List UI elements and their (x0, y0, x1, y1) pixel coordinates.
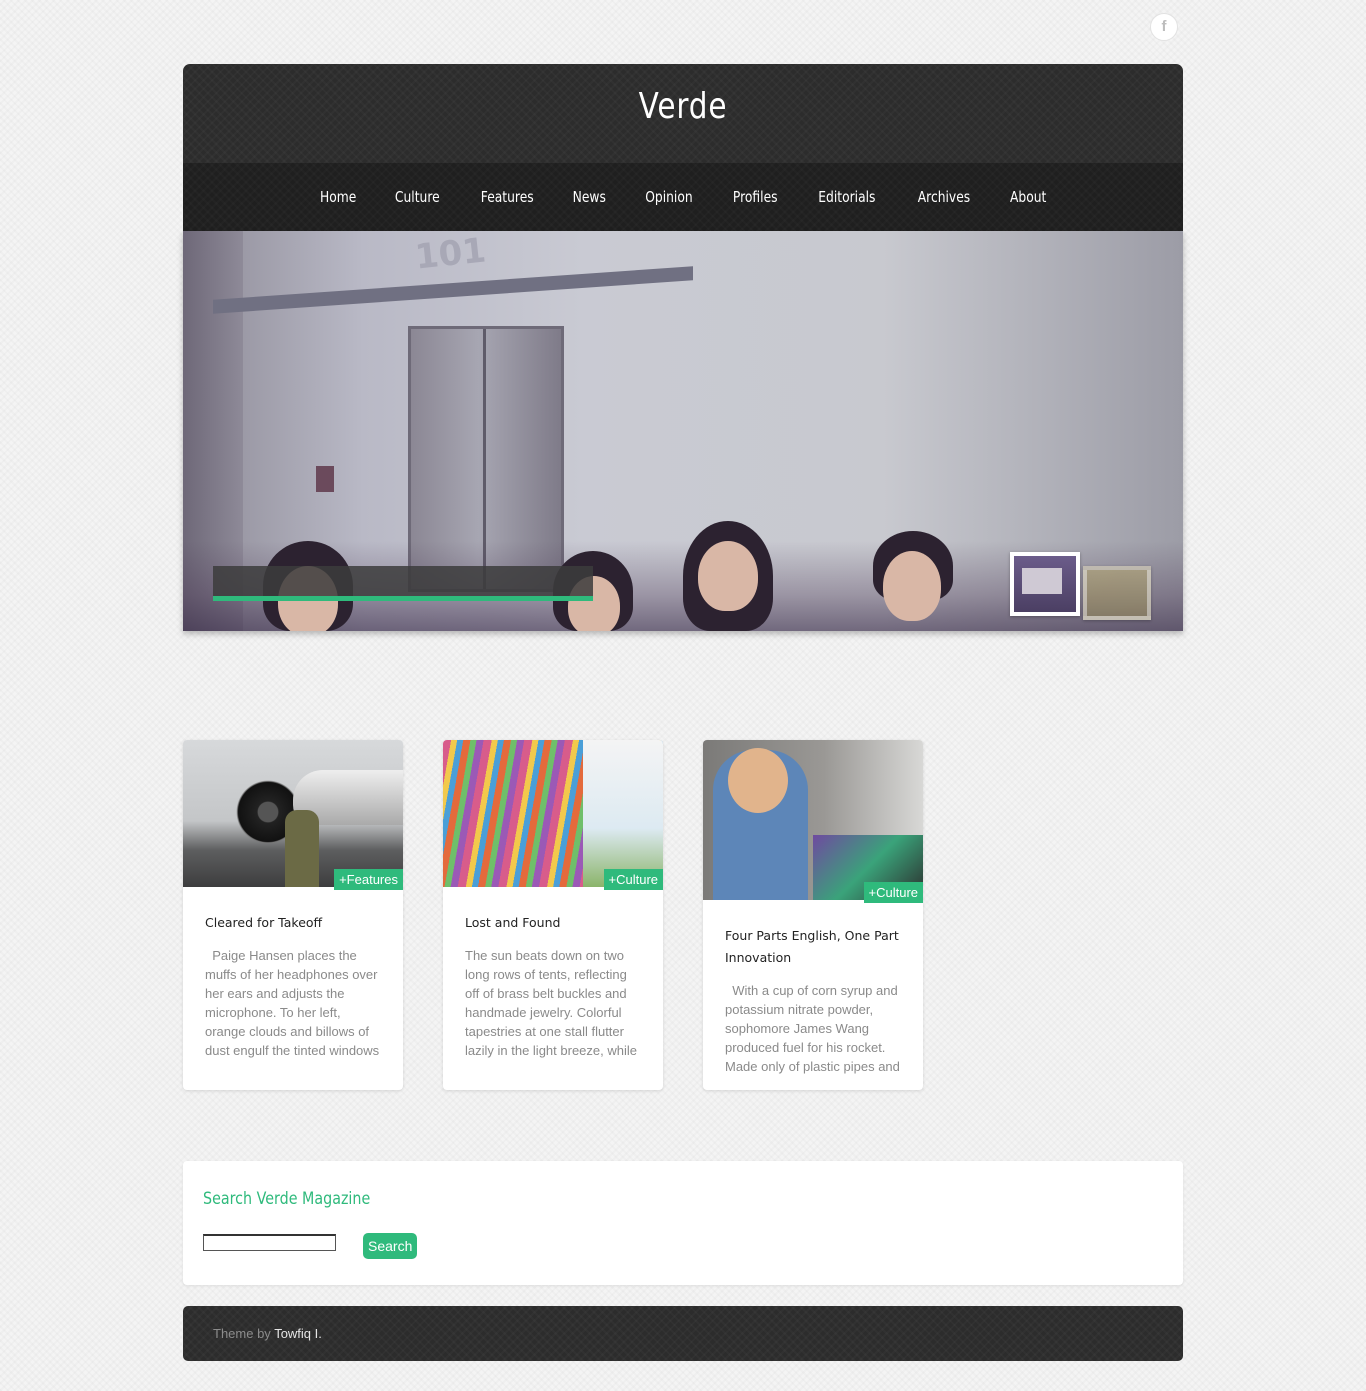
search-button[interactable]: Search (363, 1233, 418, 1259)
facebook-icon[interactable]: f (1150, 13, 1178, 41)
footer-author-link[interactable]: Towfiq I. (274, 1326, 322, 1341)
nav-item-opinion[interactable]: Opinion (633, 188, 705, 206)
category-tag[interactable]: +Culture (863, 882, 923, 903)
slide-image-sign: 101 (413, 231, 488, 278)
nav-item-news[interactable]: News (561, 188, 619, 206)
post-excerpt: The sun beats down on two long rows of t… (465, 948, 637, 1058)
sky-graphic (583, 740, 663, 887)
slide-image-fire-alarm (316, 466, 334, 492)
post-thumbnail[interactable] (443, 740, 663, 887)
featured-slider[interactable]: 101 (183, 231, 1183, 631)
nav-item-features[interactable]: Features (468, 188, 545, 206)
post-excerpt: With a cup of corn syrup and potassium n… (725, 983, 902, 1074)
post-card: +Culture Four Parts English, One Part In… (703, 740, 923, 1090)
footer-prefix: Theme by (213, 1326, 275, 1341)
post-excerpt: Paige Hansen places the muffs of her hea… (205, 948, 382, 1058)
face-graphic (728, 748, 788, 813)
post-title[interactable]: Four Parts English, One Part Innovation (725, 925, 901, 969)
category-tag[interactable]: +Culture (603, 869, 663, 890)
nav-item-profiles[interactable]: Profiles (720, 188, 789, 206)
thumbnail-image (1022, 568, 1062, 594)
search-widget-title: Search Verde Magazine (203, 1189, 371, 1209)
main-nav: Home Culture Features News Opinion Profi… (183, 163, 1183, 231)
slide-image-face (883, 551, 941, 621)
nav-item-archives[interactable]: Archives (905, 188, 982, 206)
category-tag[interactable]: +Features (334, 869, 403, 890)
search-widget: Search Verde Magazine Search (183, 1161, 1183, 1285)
site-header: Verde Home Culture Features News Opinion… (183, 64, 1183, 231)
post-card: +Features Cleared for Takeoff Paige Hans… (183, 740, 403, 1090)
post-card: +Culture Lost and Found The sun beats do… (443, 740, 663, 1090)
nav-item-home[interactable]: Home (308, 188, 369, 206)
search-input[interactable] (203, 1234, 336, 1251)
nav-item-editorials[interactable]: Editorials (806, 188, 888, 206)
post-title[interactable]: Lost and Found (465, 912, 641, 934)
slide-thumbnail-1[interactable] (1010, 552, 1080, 616)
slide-caption-bar (213, 566, 593, 601)
slide-image-face (698, 541, 758, 611)
person-graphic (285, 810, 319, 887)
footer-credit: Theme by Towfiq I. (213, 1306, 322, 1361)
post-thumbnail[interactable] (183, 740, 403, 887)
nav-item-culture[interactable]: Culture (383, 188, 452, 206)
slide-thumbnail-2[interactable] (1083, 566, 1151, 620)
nav-item-about[interactable]: About (997, 188, 1058, 206)
site-title[interactable]: Verde (273, 86, 1093, 127)
post-title[interactable]: Cleared for Takeoff (205, 912, 381, 934)
post-thumbnail[interactable] (703, 740, 923, 900)
site-footer: Theme by Towfiq I. (183, 1306, 1183, 1361)
